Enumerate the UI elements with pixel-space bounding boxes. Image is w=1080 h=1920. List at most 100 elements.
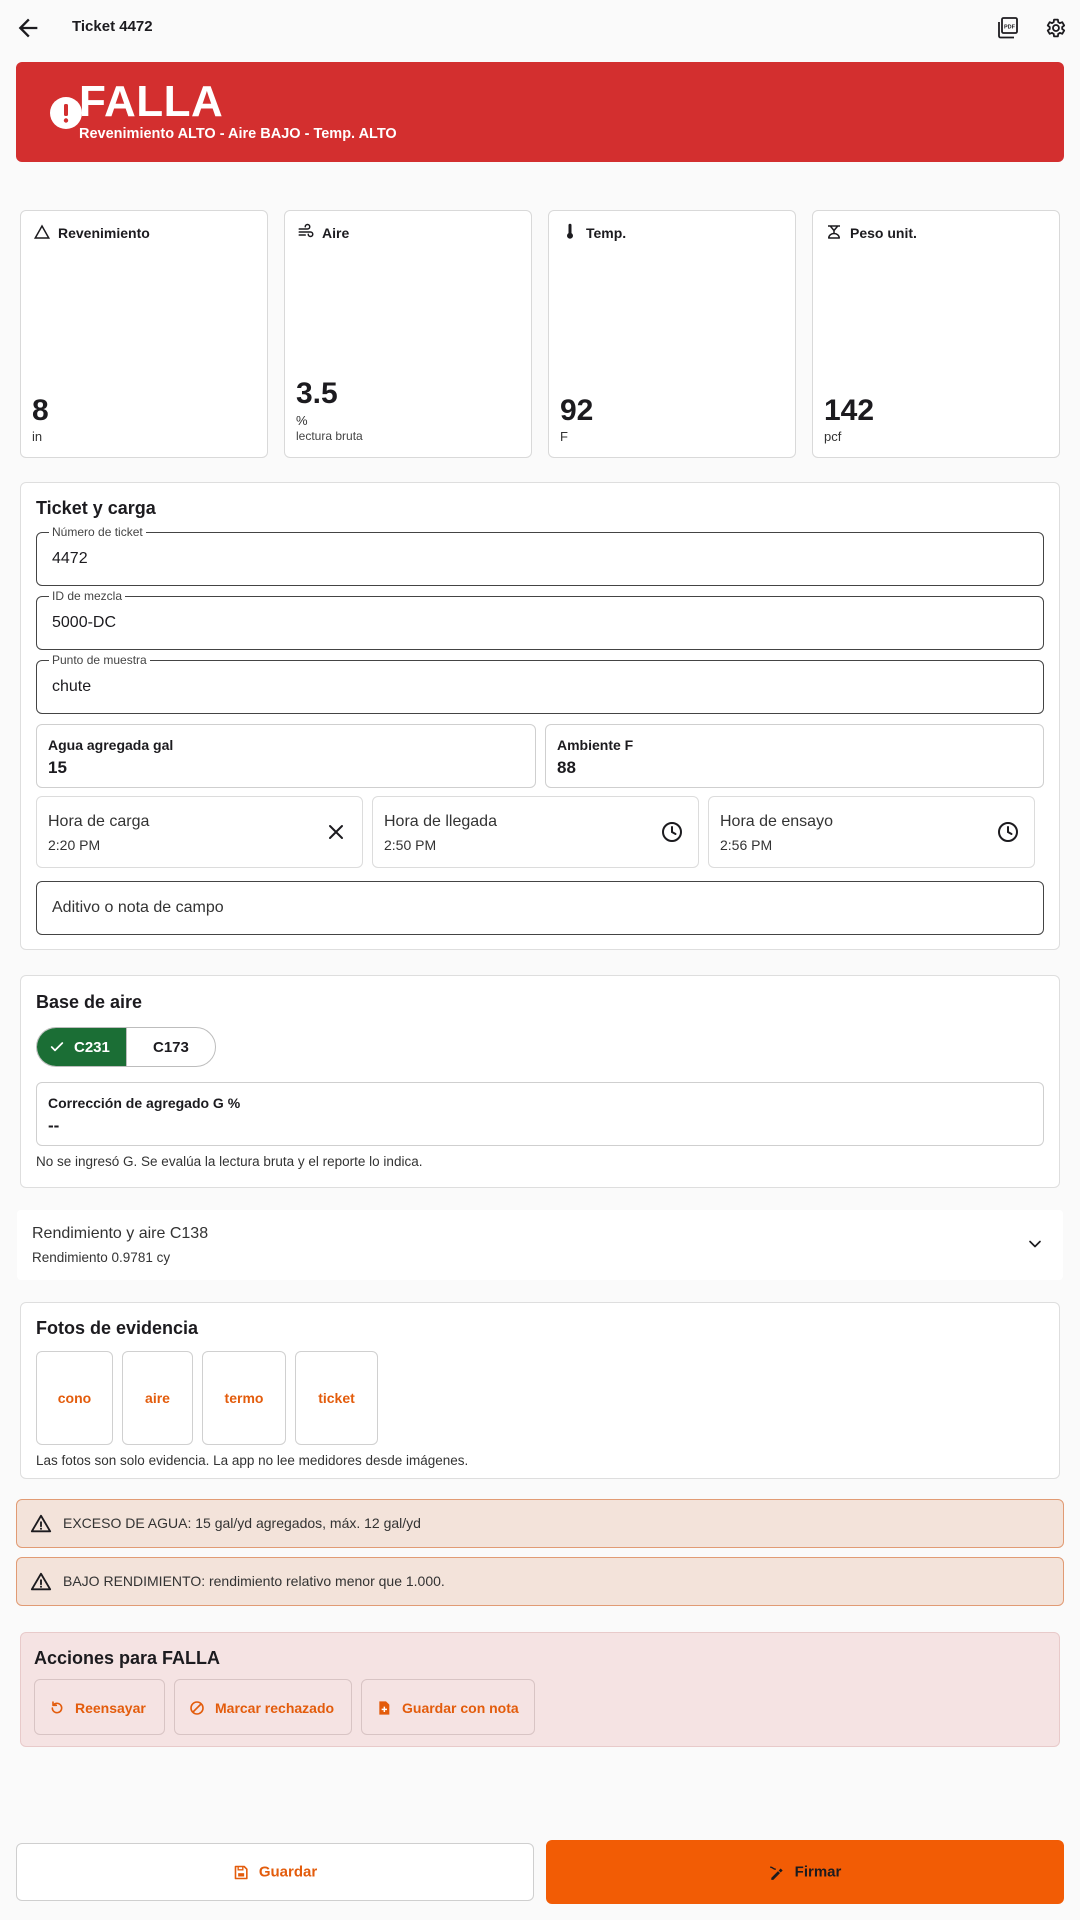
field-value: 88 bbox=[557, 758, 576, 777]
expander-title: Rendimiento y aire C138 bbox=[32, 1225, 209, 1242]
metric-value: 142 bbox=[824, 394, 875, 427]
air-icon bbox=[298, 223, 314, 238]
section-title: Ticket y carga bbox=[36, 498, 156, 518]
field-label: Ambiente F bbox=[557, 737, 634, 753]
thermometer-icon bbox=[567, 223, 573, 239]
field-label: Hora de ensayo bbox=[720, 813, 833, 830]
warning-icon bbox=[30, 1514, 52, 1533]
warning-banner: EXCESO DE AGUA: 15 gal/yd agregados, máx… bbox=[16, 1499, 1064, 1548]
save-with-note-button[interactable]: Guardar con nota bbox=[361, 1679, 535, 1735]
warning-text: BAJO RENDIMIENTO: rendimiento relativo m… bbox=[63, 1573, 445, 1589]
ambient-field[interactable]: Ambiente F 88 bbox=[545, 724, 1044, 788]
field-value: 2:56 PM bbox=[720, 837, 773, 853]
status-banner: FALLA Revenimiento ALTO - Aire BAJO - Te… bbox=[16, 62, 1064, 162]
photos-section: Fotos de evidencia cono aire termo ticke… bbox=[20, 1302, 1060, 1479]
option-c173[interactable]: C173 bbox=[126, 1028, 215, 1066]
field-label: Corrección de agregado G % bbox=[48, 1095, 241, 1111]
note-field[interactable]: Aditivo o nota de campo bbox=[36, 881, 1044, 935]
metric-card-unit-weight: Peso unit. 142 pcf bbox=[812, 210, 1060, 458]
aggregate-correction-field[interactable]: Corrección de agregado G % -- bbox=[36, 1082, 1044, 1146]
air-base-note: No se ingresó G. Se evalúa la lectura br… bbox=[36, 1154, 423, 1169]
metric-label: Peso unit. bbox=[850, 225, 917, 241]
option-label: C231 bbox=[74, 1039, 110, 1056]
check-icon bbox=[50, 1042, 64, 1052]
close-icon[interactable] bbox=[324, 820, 348, 844]
button-label: Reensayar bbox=[75, 1700, 146, 1716]
metric-unit: pcf bbox=[824, 429, 842, 444]
ticket-number-field[interactable]: Número de ticket 4472 bbox=[36, 525, 1044, 586]
metric-card-air: Aire 3.5 % lectura bruta bbox=[284, 210, 532, 458]
photo-slot-aire[interactable]: aire bbox=[122, 1351, 193, 1445]
photo-slot-termo[interactable]: termo bbox=[202, 1351, 286, 1445]
sign-button[interactable]: Firmar bbox=[546, 1840, 1064, 1904]
metric-value: 8 bbox=[32, 394, 49, 427]
clock-icon[interactable] bbox=[996, 820, 1020, 844]
warning-text: EXCESO DE AGUA: 15 gal/yd agregados, máx… bbox=[63, 1515, 421, 1531]
mark-rejected-button[interactable]: Marcar rechazado bbox=[174, 1679, 352, 1735]
svg-text:PDF: PDF bbox=[1004, 25, 1016, 31]
field-label: Hora de llegada bbox=[384, 813, 497, 830]
status-detail: Revenimiento ALTO - Aire BAJO - Temp. AL… bbox=[79, 126, 397, 142]
triangle-icon bbox=[33, 224, 51, 239]
arrival-time-field[interactable]: Hora de llegada 2:50 PM bbox=[372, 796, 699, 868]
metric-subtext: lectura bruta bbox=[296, 429, 363, 443]
gear-icon bbox=[1046, 18, 1066, 38]
page-title: Ticket 4472 bbox=[72, 18, 153, 35]
expander-subtitle: Rendimiento 0.9781 cy bbox=[32, 1250, 171, 1265]
photo-slot-ticket[interactable]: ticket bbox=[295, 1351, 378, 1445]
button-label: Marcar rechazado bbox=[215, 1700, 335, 1716]
metric-card-slump: Revenimiento 8 in bbox=[20, 210, 268, 458]
field-value: chute bbox=[52, 678, 92, 695]
yield-expander[interactable]: Rendimiento y aire C138 Rendimiento 0.97… bbox=[17, 1210, 1063, 1280]
water-added-field[interactable]: Agua agregada gal 15 bbox=[36, 724, 536, 788]
metric-unit: in bbox=[32, 429, 43, 444]
field-value: 4472 bbox=[52, 550, 88, 567]
field-label: Hora de carga bbox=[48, 813, 150, 830]
photos-note: Las fotos son solo evidencia. La app no … bbox=[36, 1453, 469, 1468]
field-placeholder: Aditivo o nota de campo bbox=[52, 899, 224, 916]
ticket-section: Ticket y carga Número de ticket 4472 ID … bbox=[20, 482, 1060, 950]
section-title: Fotos de evidencia bbox=[36, 1318, 199, 1338]
field-value: 2:20 PM bbox=[48, 837, 101, 853]
settings-button[interactable] bbox=[1043, 16, 1067, 40]
block-icon bbox=[190, 1701, 204, 1715]
air-base-toggle: C231 C173 bbox=[36, 1027, 216, 1067]
alert-icon bbox=[50, 97, 82, 129]
option-c231[interactable]: C231 bbox=[37, 1028, 126, 1066]
section-title: Acciones para FALLA bbox=[34, 1648, 221, 1668]
save-icon bbox=[234, 1865, 248, 1879]
pdf-button[interactable]: PDF bbox=[996, 16, 1020, 40]
metric-value: 92 bbox=[560, 394, 594, 427]
section-title: Base de aire bbox=[36, 992, 143, 1012]
load-time-field[interactable]: Hora de carga 2:20 PM bbox=[36, 796, 363, 868]
fail-actions-section: Acciones para FALLA Reensayar Marcar rec… bbox=[20, 1632, 1060, 1747]
note-add-icon bbox=[379, 1701, 390, 1715]
signature-icon bbox=[769, 1866, 783, 1880]
back-button[interactable] bbox=[14, 14, 42, 42]
retest-button[interactable]: Reensayar bbox=[34, 1679, 165, 1735]
pdf-icon: PDF bbox=[998, 17, 1018, 39]
option-label: C173 bbox=[153, 1039, 189, 1056]
metric-unit: % bbox=[296, 413, 308, 428]
field-label: Punto de muestra bbox=[49, 653, 150, 667]
status-label: FALLA bbox=[79, 77, 224, 126]
warning-icon bbox=[30, 1572, 52, 1591]
field-value: 5000-DC bbox=[52, 614, 117, 631]
scale-icon bbox=[828, 225, 840, 239]
mix-id-field[interactable]: ID de mezcla 5000-DC bbox=[36, 589, 1044, 650]
field-label: ID de mezcla bbox=[49, 589, 126, 603]
top-app-bar: Ticket 4472 PDF bbox=[0, 0, 1080, 56]
save-button[interactable]: Guardar bbox=[16, 1843, 534, 1901]
refresh-icon bbox=[51, 1701, 63, 1714]
sample-point-field[interactable]: Punto de muestra chute bbox=[36, 653, 1044, 714]
photo-slot-cono[interactable]: cono bbox=[36, 1351, 113, 1445]
test-time-field[interactable]: Hora de ensayo 2:56 PM bbox=[708, 796, 1035, 868]
button-label: Guardar bbox=[258, 1863, 318, 1881]
chevron-down-icon bbox=[1029, 1240, 1041, 1248]
metric-label: Aire bbox=[322, 225, 350, 241]
metric-value: 3.5 bbox=[296, 377, 338, 410]
metric-label: Revenimiento bbox=[58, 225, 150, 241]
clock-icon[interactable] bbox=[660, 820, 684, 844]
field-value: 15 bbox=[48, 758, 67, 777]
field-label: Número de ticket bbox=[49, 525, 146, 539]
